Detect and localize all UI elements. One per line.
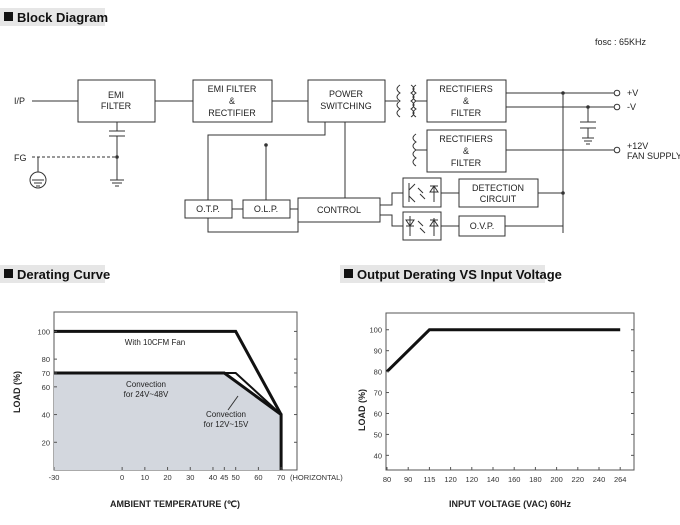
x-tick-label: 20 — [163, 473, 171, 482]
input-label: I/P — [14, 96, 25, 106]
x-tick-label: 50 — [232, 473, 240, 482]
x-tick-label: 0 — [120, 473, 124, 482]
x-tick-label: 90 — [404, 475, 412, 484]
x-axis-label: INPUT VOLTAGE (VAC) 60Hz — [449, 499, 572, 509]
x-tick-label: 160 — [508, 475, 521, 484]
x-tick-label: 140 — [487, 475, 500, 484]
block-diagram: fosc : 65KHz I/P FG EMI FILTER EMI FILTE… — [14, 37, 680, 241]
output-derating-title: Output Derating VS Input Voltage — [357, 267, 562, 282]
section-header-derating: Derating Curve — [0, 265, 110, 283]
rectifiers-filter-block-1: RECTIFIERS & FILTER — [426, 79, 507, 123]
annotation-convection-24: Convection — [126, 380, 166, 389]
x-tick-label: 70 — [277, 473, 285, 482]
y-tick-label: 60 — [374, 409, 382, 418]
section-header-block-diagram: Block Diagram — [0, 8, 108, 26]
fg-label: FG — [14, 153, 27, 163]
y-axis-label: LOAD (%) — [12, 371, 22, 413]
x-tick-label: 180 — [529, 475, 542, 484]
section-header-output-derating: Output Derating VS Input Voltage — [340, 265, 562, 283]
fan-supply-label: FAN SUPPLY — [627, 151, 680, 161]
x-tick-label: 240 — [593, 475, 606, 484]
olp-block: O.L.P. — [242, 199, 291, 219]
x-tick-label: 120 — [444, 475, 457, 484]
svg-text:&: & — [229, 96, 235, 106]
svg-text:O.L.P.: O.L.P. — [254, 204, 278, 214]
svg-text:EMI FILTER: EMI FILTER — [208, 84, 257, 94]
x-tick-suffix: (HORIZONTAL) — [290, 473, 343, 482]
svg-text:DETECTION: DETECTION — [472, 183, 524, 193]
x-tick-label: 120 — [466, 475, 479, 484]
optocoupler-1 — [402, 177, 442, 208]
x-tick-label: 40 — [209, 473, 217, 482]
control-block: CONTROL — [297, 197, 381, 223]
x-tick-label: -30 — [49, 473, 60, 482]
datasheet-canvas: Block Diagram Derating Curve Output Dera… — [0, 8, 680, 509]
x-tick-label: 60 — [254, 473, 262, 482]
svg-text:FILTER: FILTER — [451, 158, 482, 168]
y-tick-label: 20 — [42, 438, 50, 447]
y-tick-label: 70 — [42, 369, 50, 378]
fosc-label: fosc : 65KHz — [595, 37, 647, 47]
svg-text:CONTROL: CONTROL — [317, 205, 361, 215]
y-tick-label: 90 — [374, 347, 382, 356]
x-tick-label: 30 — [186, 473, 194, 482]
x-tick-label: 10 — [141, 473, 149, 482]
annotation-convection-24-range: for 24V~48V — [124, 390, 169, 399]
annotation-convection-12: Convection — [206, 410, 246, 419]
output-neg-label: -V — [627, 102, 636, 112]
y-axis-label: LOAD (%) — [357, 389, 367, 431]
datasheet-page: Block Diagram Derating Curve Output Dera… — [0, 0, 680, 525]
y-tick-label: 40 — [42, 411, 50, 420]
square-bullet-icon — [4, 269, 13, 278]
x-tick-label: 115 — [423, 475, 435, 484]
svg-text:SWITCHING: SWITCHING — [320, 101, 372, 111]
svg-text:&: & — [463, 96, 469, 106]
y-tick-label: 100 — [37, 327, 50, 336]
y-tick-label: 60 — [42, 383, 50, 392]
square-bullet-icon — [344, 269, 353, 278]
rectifiers-filter-block-2: RECTIFIERS & FILTER — [426, 129, 507, 173]
svg-text:RECTIFIERS: RECTIFIERS — [439, 84, 493, 94]
x-tick-label: 45 — [220, 473, 228, 482]
y-tick-label: 40 — [374, 451, 382, 460]
x-tick-label: 200 — [550, 475, 563, 484]
svg-text:RECTIFIERS: RECTIFIERS — [439, 134, 493, 144]
y-tick-label: 50 — [374, 430, 382, 439]
emi-filter-block: EMI FILTER — [77, 79, 156, 123]
svg-text:FILTER: FILTER — [451, 108, 482, 118]
output-12v-label: +12V — [627, 141, 648, 151]
emi-rectifier-block: EMI FILTER & RECTIFIER — [192, 79, 273, 123]
otp-block: O.T.P. — [184, 199, 233, 219]
optocoupler-2 — [402, 211, 442, 241]
x-tick-label: 264 — [614, 475, 627, 484]
y-tick-label: 70 — [374, 389, 382, 398]
square-bullet-icon — [4, 12, 13, 21]
derating-curve-title: Derating Curve — [17, 267, 110, 282]
svg-text:CIRCUIT: CIRCUIT — [480, 194, 517, 204]
svg-text:&: & — [463, 146, 469, 156]
y-tick-label: 80 — [42, 355, 50, 364]
power-switching-block: POWER SWITCHING — [307, 79, 386, 123]
annotation-fan: With 10CFM Fan — [125, 338, 185, 347]
y-tick-label: 100 — [369, 326, 382, 335]
ovp-block: O.V.P. — [458, 215, 506, 237]
y-tick-label: 80 — [374, 368, 382, 377]
svg-text:FILTER: FILTER — [101, 101, 132, 111]
x-axis-label: AMBIENT TEMPERATURE (℃) — [110, 499, 240, 509]
svg-text:POWER: POWER — [329, 89, 364, 99]
block-diagram-title: Block Diagram — [17, 10, 108, 25]
derating-curve-chart: -30 0 10 20 30 40 45 50 60 702040607080100 LOAD (… — [12, 311, 343, 509]
output-derating-chart: 80 90 115 120 120 140 160 180 200 220 240 264 40 50 60… — [357, 312, 635, 509]
svg-text:O.T.P.: O.T.P. — [196, 204, 220, 214]
detection-circuit-block: DETECTION CIRCUIT — [458, 178, 539, 208]
x-tick-label: 220 — [572, 475, 585, 484]
svg-text:RECTIFIER: RECTIFIER — [208, 108, 256, 118]
output-pos-label: +V — [627, 88, 638, 98]
svg-text:EMI: EMI — [108, 90, 124, 100]
series-line-0 — [385, 328, 621, 373]
x-tick-label: 80 — [383, 475, 391, 484]
svg-text:O.V.P.: O.V.P. — [470, 221, 495, 231]
annotation-convection-12-range: for 12V~15V — [204, 420, 249, 429]
